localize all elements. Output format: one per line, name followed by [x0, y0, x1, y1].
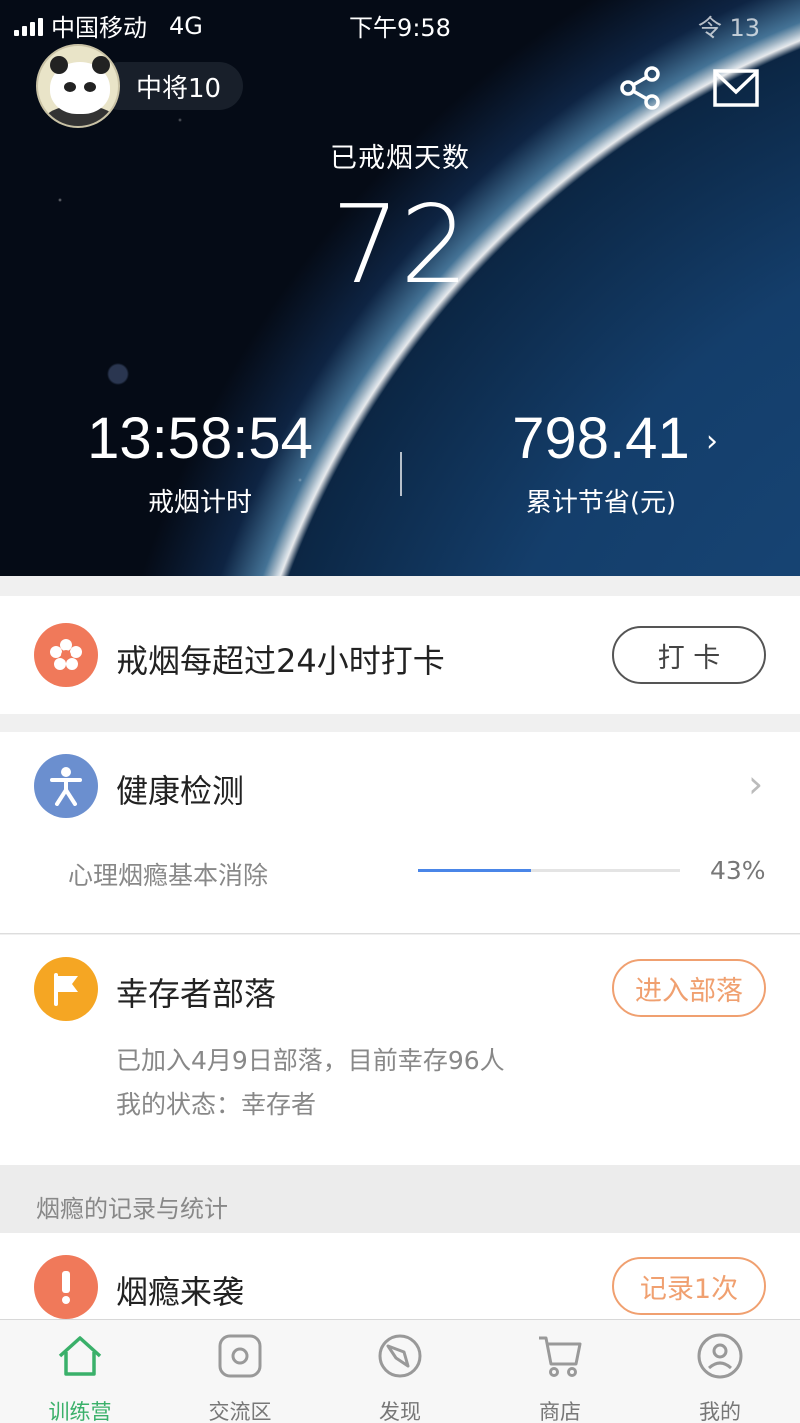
tab-profile[interactable]: 我的 [640, 1320, 800, 1423]
savings-stat[interactable]: 798.41 累计节省(元) › [486, 406, 718, 519]
chat-icon [218, 1334, 262, 1378]
avatar[interactable] [36, 44, 120, 128]
chevron-right-icon: › [706, 424, 718, 459]
health-title: 健康检测 [116, 772, 245, 810]
checkin-button[interactable]: 打 卡 [612, 626, 766, 684]
tab-label: 商店 [539, 1400, 581, 1423]
status-bar: 中国移动 4G 下午9:58 令 13 [0, 6, 800, 42]
section-header: 烟瘾的记录与统计 [0, 1165, 800, 1233]
enter-tribe-button[interactable]: 进入部落 [612, 959, 766, 1017]
bottom-tab-bar: 训练营 交流区 发现 商店 我的 [0, 1319, 800, 1423]
tab-label: 交流区 [208, 1400, 272, 1423]
craving-card: 烟瘾来袭 记录1次 [0, 1233, 800, 1319]
stat-divider [400, 452, 402, 496]
status-right: 令 13 [697, 14, 760, 42]
checkin-title: 戒烟每超过24小时打卡 [116, 642, 445, 680]
tab-discover[interactable]: 发现 [320, 1320, 480, 1423]
profile-chip[interactable]: 中将10 [36, 44, 244, 128]
savings-value: 798.41 [512, 406, 690, 471]
person-icon [34, 754, 98, 818]
timer-value: 13:58:54 [87, 406, 313, 471]
days-count: 72 [331, 183, 469, 308]
tab-label: 训练营 [48, 1400, 112, 1423]
tab-training[interactable]: 训练营 [0, 1320, 160, 1423]
tab-shop[interactable]: 商店 [480, 1320, 640, 1423]
mail-icon[interactable] [712, 68, 760, 108]
health-item-label: 心理烟瘾基本消除 [68, 861, 269, 890]
tribe-info: 已加入4月9日部落，目前幸存96人 [116, 1046, 505, 1075]
tab-community[interactable]: 交流区 [160, 1320, 320, 1423]
health-progress-fill [418, 869, 531, 872]
tribe-title: 幸存者部落 [116, 975, 277, 1013]
health-progress-text: 43% [710, 856, 766, 885]
health-card[interactable]: 健康检测 › 心理烟瘾基本消除 43% [0, 732, 800, 934]
timer-stat: 13:58:54 戒烟计时 [80, 406, 320, 519]
record-craving-button[interactable]: 记录1次 [612, 1257, 766, 1315]
tribe-status: 我的状态：幸存者 [116, 1090, 317, 1119]
tab-label: 我的 [699, 1400, 741, 1423]
chevron-right-icon: › [748, 762, 764, 806]
home-icon [58, 1336, 102, 1376]
flower-icon [34, 623, 98, 687]
hero-banner: 中国移动 4G 下午9:58 令 13 中将10 已戒烟天数 72 13:58:… [0, 0, 800, 576]
timer-label: 戒烟计时 [147, 488, 252, 518]
tab-label: 发现 [379, 1400, 421, 1423]
status-time: 下午9:58 [349, 14, 451, 42]
savings-label: 累计节省(元) [525, 488, 677, 518]
tribe-card: 幸存者部落 进入部落 已加入4月9日部落，目前幸存96人 我的状态：幸存者 [0, 935, 800, 1165]
days-label: 已戒烟天数 [330, 143, 470, 174]
user-icon [697, 1333, 743, 1379]
health-progress-bar [418, 869, 680, 872]
cart-icon [539, 1336, 582, 1377]
craving-title: 烟瘾来袭 [116, 1273, 245, 1311]
compass-icon [378, 1334, 422, 1378]
alert-icon [34, 1255, 98, 1319]
share-icon[interactable] [616, 64, 664, 112]
checkin-card: 戒烟每超过24小时打卡 打 卡 [0, 596, 800, 714]
flag-icon [34, 957, 98, 1021]
